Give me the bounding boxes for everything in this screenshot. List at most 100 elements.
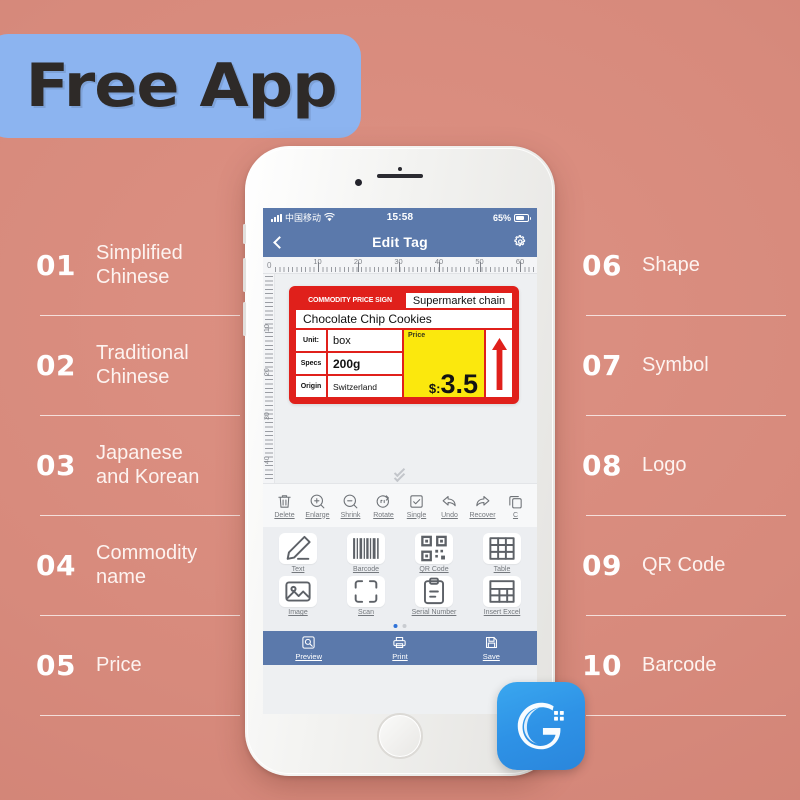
feature-number: 02 — [36, 349, 76, 382]
function-button-barcode[interactable]: Barcode — [338, 533, 394, 573]
function-button-text[interactable]: Text — [270, 533, 326, 573]
feature-row: 05 Price — [36, 616, 248, 716]
phone-proximity-sensor — [398, 167, 402, 171]
feature-label: Logo — [642, 454, 687, 477]
page-dot[interactable] — [393, 624, 398, 628]
feature-divider — [40, 715, 240, 716]
collapse-panel-button[interactable] — [388, 465, 412, 483]
toolbar-button-shrink[interactable]: Shrink — [334, 493, 367, 519]
label-field-key: Origin — [296, 376, 328, 397]
feature-number: 08 — [582, 449, 622, 482]
feature-label: Price — [96, 654, 142, 677]
feature-number: 03 — [36, 449, 76, 482]
phone-front-camera — [355, 179, 362, 186]
page-dot[interactable] — [402, 624, 407, 628]
label-canvas[interactable]: 10 20 30 40 COMMODITY PRICE SIGN Supermarke… — [263, 274, 537, 483]
feature-list-left: 01 Simplified Chinese 02 Traditional Chines… — [36, 216, 248, 716]
status-time: 15:58 — [386, 212, 414, 223]
bottom-bar-button-print[interactable]: Print — [354, 635, 445, 661]
feature-row: 08 Logo — [582, 416, 794, 516]
feature-row: 10 Barcode — [582, 616, 794, 716]
toolbar-button-c[interactable]: C — [499, 493, 532, 519]
trash-icon — [276, 493, 293, 510]
bottom-action-bar: Preview Print Save — [263, 631, 537, 665]
toolbar-button-label: Undo — [441, 511, 458, 519]
label-field-value: box — [333, 334, 351, 347]
toolbar-button-single[interactable]: Single — [400, 493, 433, 519]
function-grid: Text Barcode QR Code Table Image Scan Serial … — [263, 527, 537, 631]
function-button-label: Scan — [358, 609, 374, 616]
feature-number: 05 — [36, 649, 76, 682]
bottom-bar-button-preview[interactable]: Preview — [263, 635, 354, 661]
horizontal-ruler: 0 102030405060 — [263, 257, 537, 274]
toolbar-button-label: Recover — [469, 511, 496, 519]
vertical-ruler-tick-label: 20 — [264, 368, 271, 376]
app-logo — [497, 682, 585, 770]
page-title: Edit Tag — [372, 234, 428, 250]
table-icon — [483, 533, 521, 564]
function-button-insert-excel[interactable]: Insert Excel — [474, 576, 530, 616]
scan-frame-icon — [347, 576, 385, 607]
ruler-major-tick — [520, 262, 521, 272]
function-button-label: Table — [493, 566, 511, 573]
toolbar-button-delete[interactable]: Delete — [268, 493, 301, 519]
phone-mockup: 中国移动 15:58 65% Edit Tag 0 10 20 30 40 CO… — [243, 146, 555, 776]
feature-row: 01 Simplified Chinese — [36, 216, 248, 316]
feature-label: QR Code — [642, 554, 726, 577]
function-button-serial-number[interactable]: Serial Number — [406, 576, 462, 616]
function-button-scan[interactable]: Scan — [338, 576, 394, 616]
image-icon — [279, 576, 317, 607]
label-field-key: Unit: — [296, 330, 328, 351]
signal-bars-icon — [271, 213, 282, 222]
label-currency: $: — [428, 381, 441, 396]
label-field-row: Specs 200g — [296, 353, 402, 376]
phone-volume-down-button — [243, 302, 246, 336]
label-sign-title: COMMODITY PRICE SIGN — [296, 293, 404, 308]
ruler-major-tick — [439, 262, 440, 272]
label-field-key: Specs — [296, 353, 328, 374]
undo-arrow-icon — [441, 493, 458, 510]
settings-button[interactable] — [506, 234, 528, 250]
function-button-qr-code[interactable]: QR Code — [406, 533, 462, 573]
feature-number: 09 — [582, 549, 622, 582]
phone-mute-switch — [243, 224, 246, 244]
redo-arrow-icon — [474, 493, 491, 510]
battery-icon — [514, 213, 532, 222]
carrier-label: 中国移动 — [285, 213, 322, 223]
bottom-bar-button-label: Save — [482, 652, 500, 661]
gear-icon — [514, 234, 526, 246]
zoom-in-icon — [309, 493, 326, 510]
feature-list-right: 06 Shape 07 Symbol 08 Logo 09 QR Code 10 Barcode — [582, 216, 794, 716]
feature-label: Japanese and Korean — [96, 442, 200, 488]
function-button-table[interactable]: Table — [474, 533, 530, 573]
qr-code-icon — [415, 533, 453, 564]
toolbar-button-enlarge[interactable]: Enlarge — [301, 493, 334, 519]
vertical-ruler-ticks — [265, 276, 273, 481]
feature-divider — [586, 715, 786, 716]
toolbar-button-rotate[interactable]: Rotate — [367, 493, 400, 519]
feature-row: 06 Shape — [582, 216, 794, 316]
feature-number: 01 — [36, 249, 76, 282]
status-bar: 中国移动 15:58 65% — [263, 208, 537, 227]
function-button-image[interactable]: Image — [270, 576, 326, 616]
function-button-label: Barcode — [352, 566, 380, 573]
zoom-out-icon — [342, 493, 359, 510]
up-arrow-icon — [491, 337, 507, 390]
toolbar-button-label: Rotate — [373, 511, 394, 519]
toolbar-button-undo[interactable]: Undo — [433, 493, 466, 519]
label-price-block: Price $: 3.5 — [404, 330, 486, 398]
function-button-label: Text — [291, 566, 305, 573]
phone-home-button[interactable] — [377, 713, 423, 759]
feature-label: Shape — [642, 254, 700, 277]
vertical-ruler: 10 20 30 40 — [263, 274, 275, 483]
back-button[interactable] — [272, 235, 294, 249]
price-label-card[interactable]: COMMODITY PRICE SIGN Supermarket chain C… — [289, 286, 519, 404]
label-price-caption: Price — [408, 332, 426, 339]
pencil-icon — [279, 533, 317, 564]
toolbar-button-recover[interactable]: Recover — [466, 493, 499, 519]
function-grid-row-1: Text Barcode QR Code Table — [270, 533, 530, 573]
feature-label: Barcode — [642, 654, 717, 677]
bottom-bar-button-save[interactable]: Save — [446, 635, 537, 661]
feature-label: Commodity name — [96, 542, 198, 588]
feature-row: 04 Commodity name — [36, 516, 248, 616]
